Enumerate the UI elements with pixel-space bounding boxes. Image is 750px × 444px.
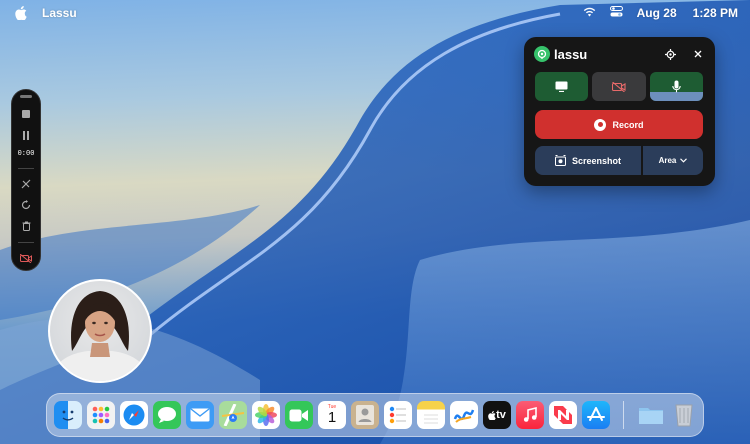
dock-downloads[interactable] [637,401,665,429]
lassu-panel: lassu Record Screenshot Area [524,37,715,186]
area-label: Area [658,156,677,165]
gear-icon[interactable] [663,47,677,61]
news-icon [554,406,572,424]
dock-safari[interactable] [120,401,148,429]
draw-icon[interactable] [15,175,37,194]
record-button[interactable]: Record [535,110,703,139]
dock: Tue 1 tv [46,393,704,437]
notes-icon [424,414,438,424]
trash-icon [675,404,693,427]
app-name[interactable]: Lassu [42,6,77,20]
camera-off-icon[interactable] [15,249,37,268]
apple-icon [488,410,496,420]
dock-music[interactable] [516,401,544,429]
record-label: Record [612,119,644,130]
reminders-icon [389,406,406,424]
display-icon [555,81,568,92]
photos-icon [255,404,277,426]
dock-trash[interactable] [670,401,698,429]
camera-off-icon [611,81,626,92]
dock-calendar[interactable]: Tue 1 [318,401,346,429]
facetime-icon [289,409,308,421]
microphone-source-button[interactable] [649,72,703,101]
launchpad-icon [92,406,110,424]
area-dropdown[interactable]: Area [643,146,703,175]
wifi-icon[interactable] [583,6,596,20]
screenshot-icon [554,155,566,166]
menu-date[interactable]: Aug 28 [637,6,677,20]
recording-timer: 0:00 [17,149,35,158]
stop-icon[interactable] [15,105,37,124]
finder-icon [62,410,74,421]
dock-contacts[interactable] [351,401,379,429]
dock-app-store[interactable] [582,401,610,429]
divider [18,242,34,243]
dock-notes[interactable] [417,401,445,429]
folder-icon [639,408,663,424]
music-icon [523,407,537,422]
contacts-icon [356,405,374,425]
dock-tv[interactable]: tv [483,401,511,429]
control-center-icon[interactable] [609,6,623,20]
screen-source-button[interactable] [535,72,589,101]
app-store-icon [587,407,605,421]
record-icon [594,118,607,131]
drag-handle[interactable] [20,95,32,98]
tv-label: tv [496,409,506,421]
trash-icon[interactable] [15,217,37,236]
mic-level-meter [649,92,703,101]
dock-finder[interactable] [54,401,82,429]
messages-icon [158,407,176,423]
close-icon[interactable] [691,47,705,61]
dock-photos[interactable] [252,401,280,429]
freeform-icon [453,409,475,423]
lassu-logo-icon [534,46,550,62]
chevron-down-icon [680,158,688,163]
screenshot-button[interactable]: Screenshot [535,146,641,175]
dock-messages[interactable] [153,401,181,429]
webcam-person [50,291,150,381]
maps-icon [222,404,244,426]
dock-news[interactable] [549,401,577,429]
calendar-day: 1 [327,409,337,426]
dock-reminders[interactable] [384,401,412,429]
recording-toolbar: 0:00 [11,89,41,271]
dock-facetime[interactable] [285,401,313,429]
menu-bar: Lassu Aug 28 1:28 PM [0,0,750,26]
dock-freeform[interactable] [450,401,478,429]
restart-icon[interactable] [15,196,37,215]
screenshot-controls: Screenshot Area [535,146,703,175]
dock-maps[interactable] [219,401,247,429]
dock-divider [623,401,624,429]
menu-time[interactable]: 1:28 PM [693,6,738,20]
divider [18,167,34,169]
pause-icon[interactable] [15,126,37,145]
dock-mail[interactable] [186,401,214,429]
source-toggles [535,72,703,101]
apple-icon[interactable] [14,6,28,20]
dock-launchpad[interactable] [87,401,115,429]
mail-icon [190,408,210,422]
camera-source-button[interactable] [592,72,646,101]
screenshot-label: Screenshot [571,155,622,166]
brand-name: lassu [554,46,588,62]
safari-icon [123,404,145,426]
microphone-icon [672,80,681,93]
webcam-bubble[interactable] [48,279,152,383]
